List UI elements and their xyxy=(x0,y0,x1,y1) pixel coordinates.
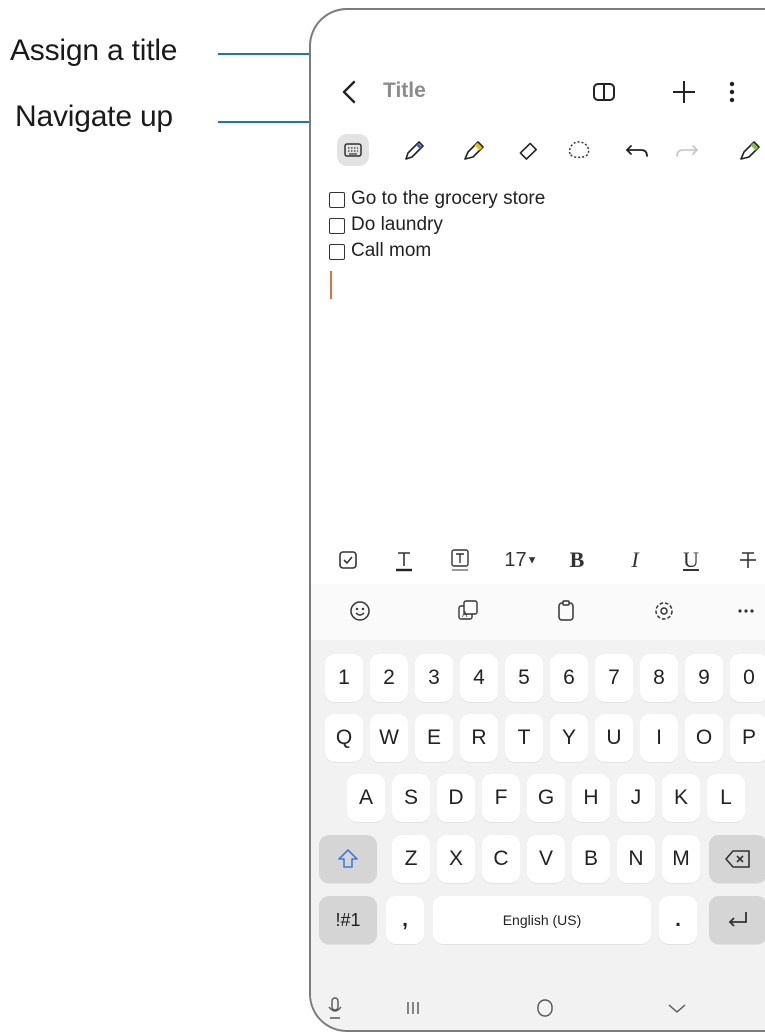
highlighter-icon[interactable] xyxy=(457,134,489,166)
text-format-bar: 17▼ B I U xyxy=(311,539,765,581)
key-y[interactable]: Y xyxy=(550,714,588,762)
clipboard-icon[interactable] xyxy=(551,596,581,626)
period-key[interactable]: . xyxy=(659,896,697,944)
pen-icon[interactable] xyxy=(397,134,429,166)
svg-text:A: A xyxy=(462,610,468,619)
font-size-value: 17 xyxy=(504,549,527,571)
key-3[interactable]: 3 xyxy=(415,654,453,702)
key-7[interactable]: 7 xyxy=(595,654,633,702)
callout-navigate-up: Navigate up xyxy=(15,100,173,133)
keyboard: A 1 2 3 4 5 6 7 8 9 0 Q W E R T Y U I O … xyxy=(311,584,765,1030)
key-c[interactable]: C xyxy=(482,835,520,883)
emoji-icon[interactable] xyxy=(345,596,375,626)
checkbox-format-icon[interactable] xyxy=(333,545,363,575)
checklist-item[interactable]: Go to the grocery store xyxy=(329,188,765,214)
key-j[interactable]: J xyxy=(617,774,655,822)
key-b[interactable]: B xyxy=(572,835,610,883)
key-l[interactable]: L xyxy=(707,774,745,822)
bold-button[interactable]: B xyxy=(565,545,589,575)
undo-icon[interactable] xyxy=(621,134,653,166)
title-field[interactable]: Title xyxy=(383,79,426,103)
key-i[interactable]: I xyxy=(640,714,678,762)
eraser-icon[interactable] xyxy=(511,134,543,166)
key-x[interactable]: X xyxy=(437,835,475,883)
top-app-bar: Title xyxy=(311,68,765,116)
checklist-item[interactable]: Call mom xyxy=(329,240,765,266)
backspace-key[interactable] xyxy=(709,835,765,883)
key-m[interactable]: M xyxy=(662,835,700,883)
key-r[interactable]: R xyxy=(460,714,498,762)
shift-key[interactable] xyxy=(319,835,377,883)
enter-key[interactable] xyxy=(709,896,765,944)
key-d[interactable]: D xyxy=(437,774,475,822)
drawing-toolbar xyxy=(311,130,765,170)
settings-icon[interactable] xyxy=(649,596,679,626)
redo-icon[interactable] xyxy=(671,134,703,166)
italic-button[interactable]: I xyxy=(623,545,647,575)
key-0[interactable]: 0 xyxy=(730,654,765,702)
key-w[interactable]: W xyxy=(370,714,408,762)
checkbox[interactable] xyxy=(329,192,345,208)
keyboard-icon[interactable] xyxy=(337,134,369,166)
hide-keyboard-icon[interactable] xyxy=(663,994,691,1022)
checklist-item-text: Go to the grocery store xyxy=(351,188,546,209)
key-1[interactable]: 1 xyxy=(325,654,363,702)
back-icon[interactable] xyxy=(335,76,367,108)
strikethrough-icon[interactable] xyxy=(733,545,763,575)
key-6[interactable]: 6 xyxy=(550,654,588,702)
key-p[interactable]: P xyxy=(730,714,765,762)
voice-input-icon[interactable] xyxy=(321,994,349,1022)
key-o[interactable]: O xyxy=(685,714,723,762)
space-bar[interactable]: English (US) xyxy=(433,896,651,944)
key-h[interactable]: H xyxy=(572,774,610,822)
text-color-icon[interactable] xyxy=(389,545,419,575)
keyboard-toolbar: A xyxy=(311,584,765,640)
font-size-select[interactable]: 17▼ xyxy=(499,545,543,575)
key-q[interactable]: Q xyxy=(325,714,363,762)
key-s[interactable]: S xyxy=(392,774,430,822)
checklist-item-text: Call mom xyxy=(351,240,432,261)
pen-settings-icon[interactable] xyxy=(733,134,765,166)
shift-icon xyxy=(338,849,358,869)
comma-key[interactable]: , xyxy=(386,896,424,944)
key-4[interactable]: 4 xyxy=(460,654,498,702)
key-u[interactable]: U xyxy=(595,714,633,762)
key-2[interactable]: 2 xyxy=(370,654,408,702)
enter-icon xyxy=(728,912,747,928)
underline-button[interactable]: U xyxy=(679,545,703,575)
key-f[interactable]: F xyxy=(482,774,520,822)
key-8[interactable]: 8 xyxy=(640,654,678,702)
note-body[interactable]: Go to the grocery store Do laundry Call … xyxy=(329,188,765,266)
lasso-select-icon[interactable] xyxy=(563,134,595,166)
phone-screen: Title Go to the grocery store Do laundry… xyxy=(309,8,765,1032)
text-background-icon[interactable] xyxy=(445,545,475,575)
key-a[interactable]: A xyxy=(347,774,385,822)
chevron-down-icon: ▼ xyxy=(526,554,538,567)
symbols-key[interactable]: !#1 xyxy=(319,896,377,944)
backspace-icon xyxy=(725,850,750,869)
checkbox[interactable] xyxy=(329,244,345,260)
key-z[interactable]: Z xyxy=(392,835,430,883)
key-e[interactable]: E xyxy=(415,714,453,762)
home-icon[interactable] xyxy=(531,994,559,1022)
key-t[interactable]: T xyxy=(505,714,543,762)
checklist-item[interactable]: Do laundry xyxy=(329,214,765,240)
recent-apps-icon[interactable] xyxy=(399,994,427,1022)
callout-assign-title: Assign a title xyxy=(10,34,178,67)
more-options-icon[interactable] xyxy=(717,77,747,107)
translate-icon[interactable]: A xyxy=(453,596,483,626)
key-v[interactable]: V xyxy=(527,835,565,883)
checklist-item-text: Do laundry xyxy=(351,214,443,235)
add-icon[interactable] xyxy=(669,77,699,107)
key-n[interactable]: N xyxy=(617,835,655,883)
checkbox[interactable] xyxy=(329,218,345,234)
text-cursor xyxy=(330,271,332,299)
key-k[interactable]: K xyxy=(662,774,700,822)
key-g[interactable]: G xyxy=(527,774,565,822)
key-5[interactable]: 5 xyxy=(505,654,543,702)
more-icon[interactable] xyxy=(731,596,761,626)
book-view-icon[interactable] xyxy=(589,77,619,107)
key-9[interactable]: 9 xyxy=(685,654,723,702)
